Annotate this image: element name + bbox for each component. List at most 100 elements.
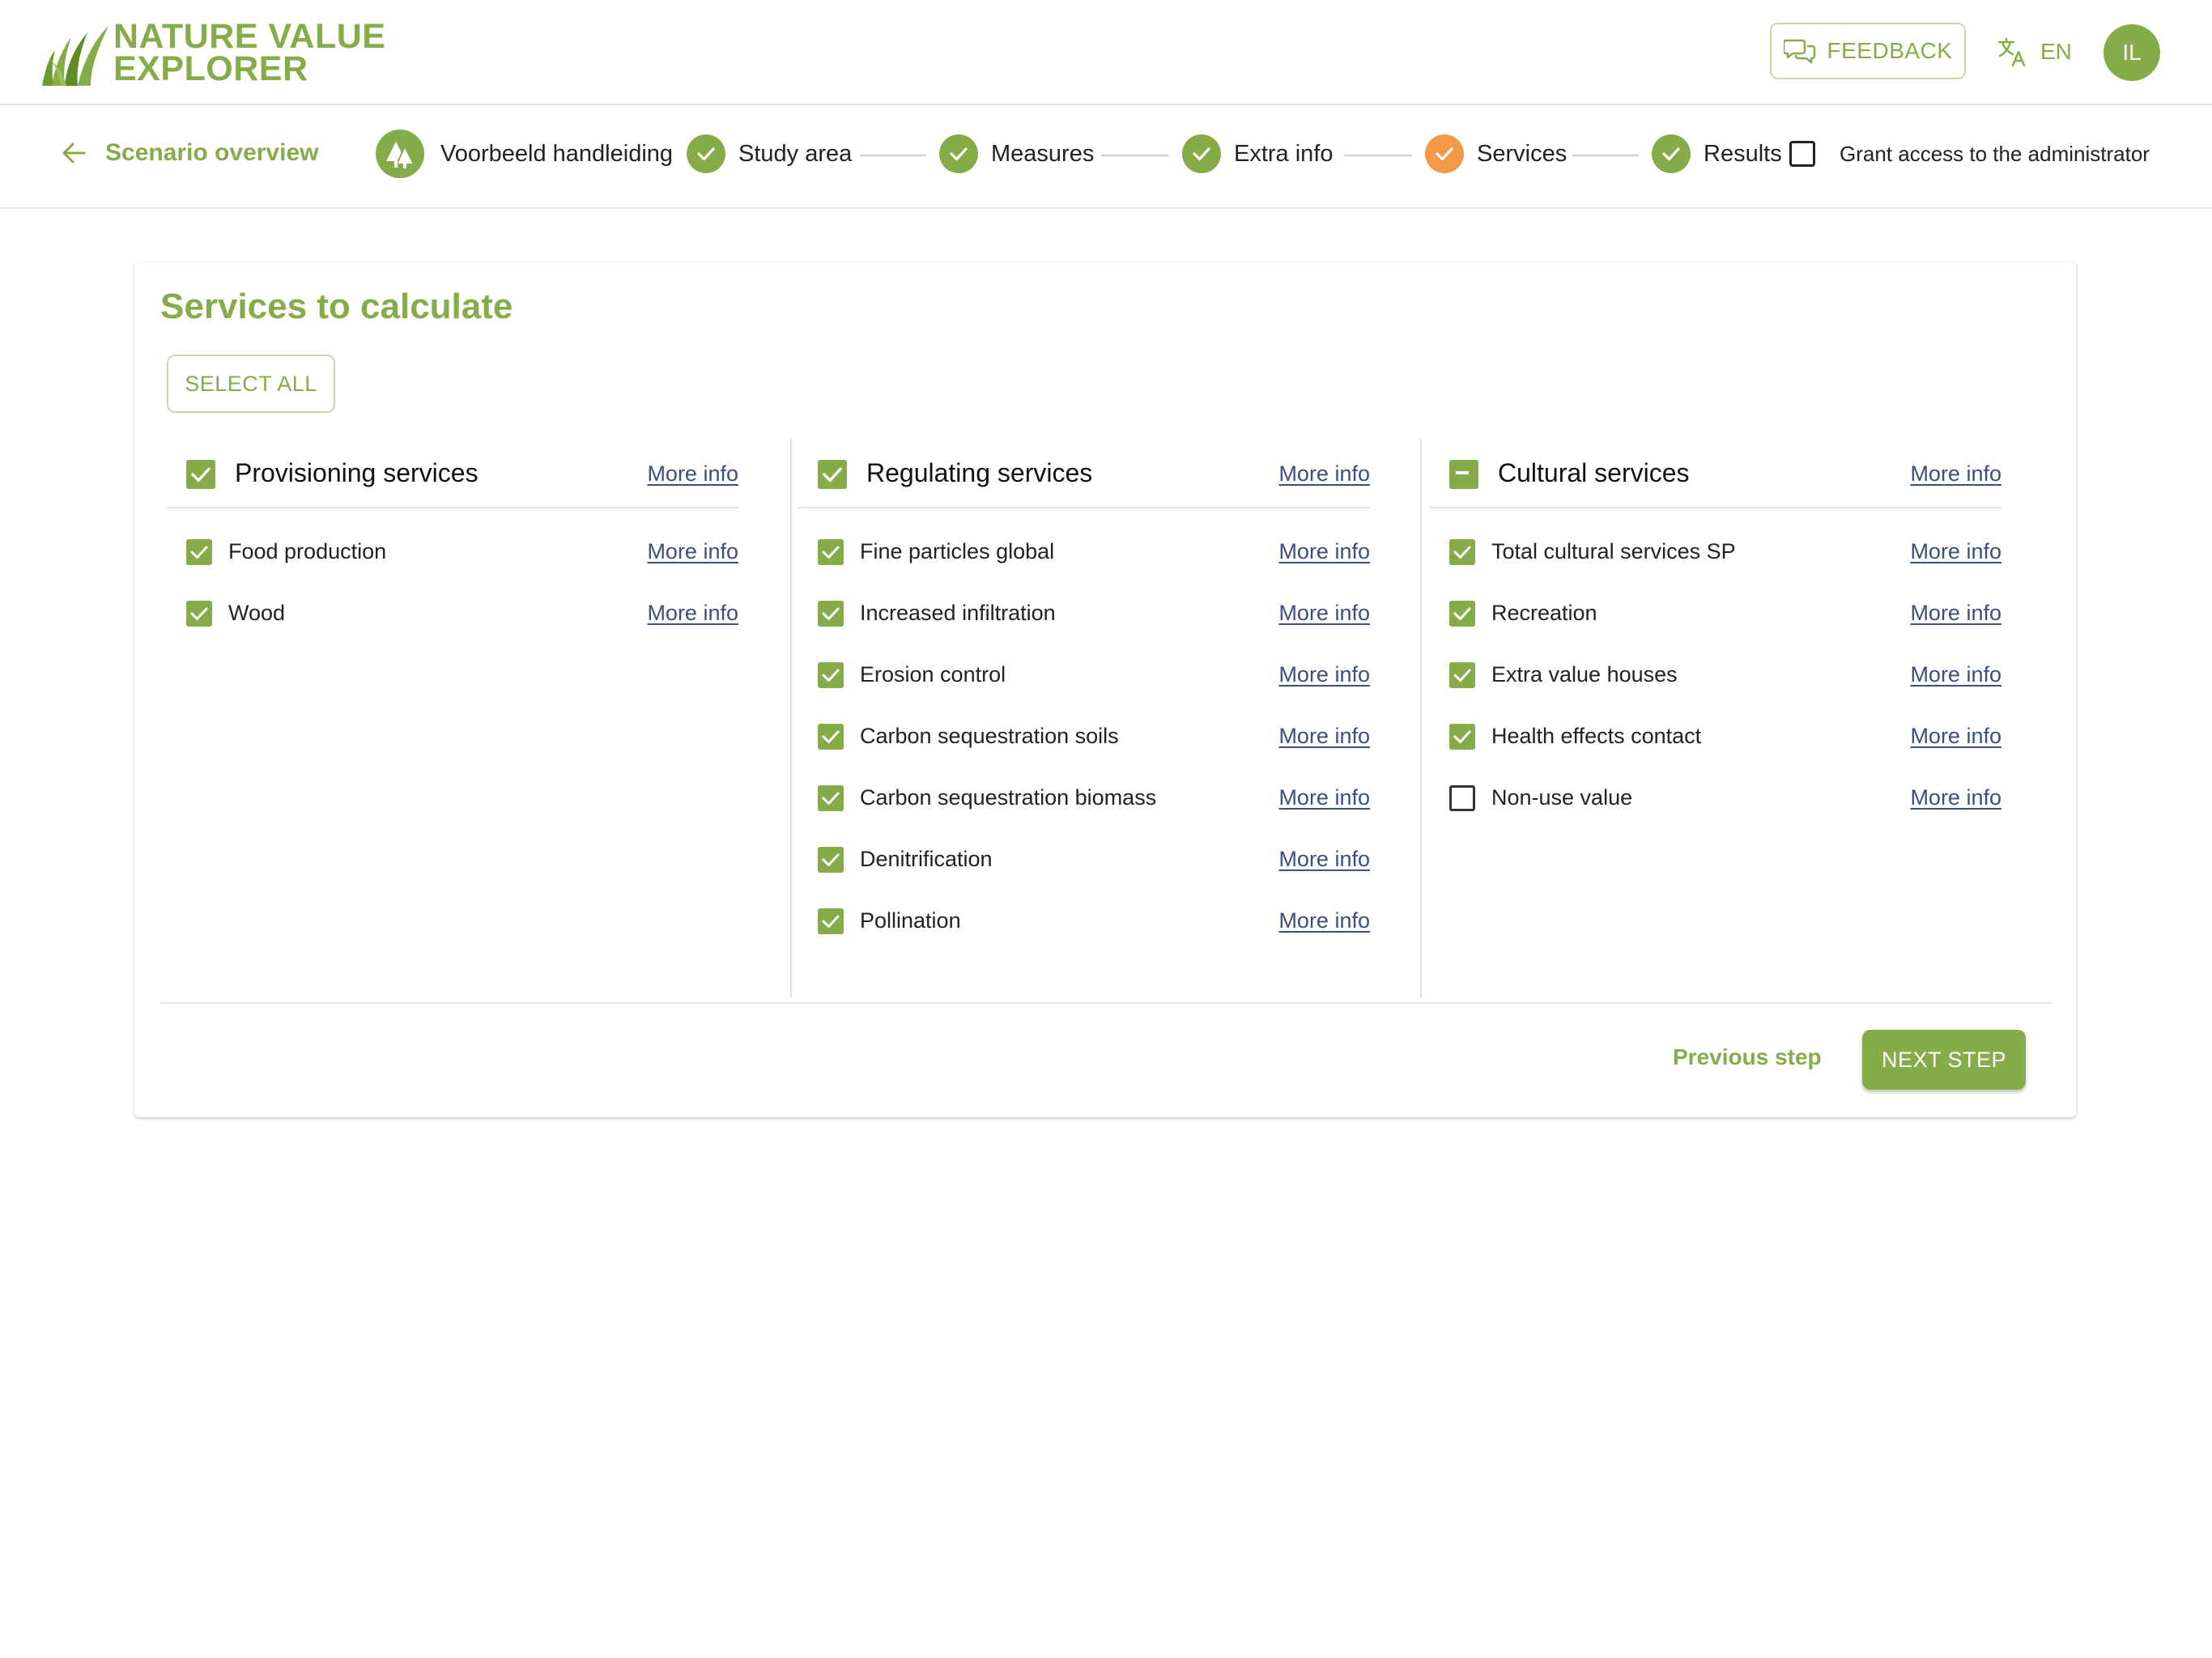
step-measures[interactable]: Measures <box>939 134 1094 173</box>
user-avatar[interactable]: IL <box>2104 24 2160 81</box>
service-checkbox[interactable] <box>1449 539 1475 565</box>
step-connector <box>1344 155 1412 156</box>
column-header: Regulating services More info <box>798 439 1370 508</box>
step-connector <box>860 155 926 156</box>
logo-line-1: NATURE VALUE <box>113 17 386 56</box>
step-study-area[interactable]: Study area <box>687 134 852 173</box>
service-label: Carbon sequestration biomass <box>860 785 1157 810</box>
step-services[interactable]: Services <box>1425 134 1567 173</box>
project-avatar <box>376 130 424 178</box>
service-row: Wood More info <box>167 591 738 640</box>
service-checkbox[interactable] <box>818 908 844 934</box>
next-step-button[interactable]: NEXT STEP <box>1862 1030 2026 1090</box>
step-label: Services <box>1477 140 1568 167</box>
more-info-link[interactable]: More info <box>1278 461 1370 487</box>
check-icon <box>950 147 968 161</box>
service-row: Total cultural services SP More info <box>1430 529 2001 578</box>
step-label: Extra info <box>1234 140 1334 167</box>
service-checkbox[interactable] <box>186 539 212 565</box>
service-checkbox[interactable] <box>818 539 844 565</box>
service-checkbox[interactable] <box>1449 662 1475 688</box>
service-checkbox[interactable] <box>186 601 212 627</box>
more-info-link[interactable]: More info <box>1910 601 2001 626</box>
more-info-link[interactable]: More info <box>647 461 738 487</box>
check-icon <box>191 467 211 482</box>
more-info-link[interactable]: More info <box>1910 461 2001 487</box>
check-icon <box>1453 669 1471 682</box>
group-checkbox[interactable] <box>186 460 215 489</box>
service-row: Food production More info <box>167 529 738 578</box>
more-info-link[interactable]: More info <box>1278 601 1370 626</box>
service-label: Wood <box>228 601 286 625</box>
select-all-button[interactable]: SELECT ALL <box>167 355 335 413</box>
service-checkbox[interactable] <box>1449 601 1475 627</box>
step-extra-info[interactable]: Extra info <box>1182 134 1334 173</box>
service-checkbox[interactable] <box>818 724 844 750</box>
group-checkbox-indeterminate[interactable] <box>1449 460 1478 489</box>
grass-logo-icon <box>42 26 108 86</box>
check-icon <box>1662 147 1680 161</box>
group-title: Regulating services <box>866 458 1093 487</box>
check-icon <box>822 607 840 620</box>
scenario-overview-link[interactable]: Scenario overview <box>60 139 318 167</box>
more-info-link[interactable]: More info <box>1278 785 1370 810</box>
check-icon <box>697 147 715 161</box>
service-label: Health effects contact <box>1491 724 1702 748</box>
group-title: Provisioning services <box>235 458 479 487</box>
more-info-link[interactable]: More info <box>1910 662 2001 687</box>
service-row: Health effects contact More info <box>1430 714 2001 763</box>
more-info-link[interactable]: More info <box>1278 908 1370 933</box>
project-step[interactable]: Voorbeeld handleiding <box>376 130 673 178</box>
logo[interactable]: NATURE VALUE EXPLORER <box>37 16 385 89</box>
check-icon <box>822 915 840 928</box>
group-checkbox[interactable] <box>818 460 847 489</box>
check-icon <box>190 607 208 620</box>
step-results[interactable]: Results <box>1652 134 1782 173</box>
group-title: Cultural services <box>1498 458 1690 487</box>
service-row: Increased infiltration More info <box>798 591 1370 640</box>
more-info-link[interactable]: More info <box>1910 785 2001 810</box>
more-info-link[interactable]: More info <box>647 601 738 626</box>
service-row: Pollination More info <box>798 899 1370 947</box>
more-info-link[interactable]: More info <box>1910 724 2001 749</box>
service-checkbox[interactable] <box>1449 724 1475 750</box>
grant-access-checkbox[interactable]: Grant access to the administrator <box>1789 141 2150 167</box>
previous-step-button[interactable]: Previous step <box>1673 1044 1822 1070</box>
check-icon <box>822 730 840 743</box>
arrow-left-icon <box>62 142 86 164</box>
service-row: Carbon sequestration biomass More info <box>798 776 1370 824</box>
service-checkbox[interactable] <box>818 785 844 811</box>
service-checkbox-unchecked[interactable] <box>1449 785 1475 811</box>
service-label: Carbon sequestration soils <box>860 724 1119 748</box>
provisioning-services-column: Provisioning services More info Food pro… <box>167 439 738 997</box>
more-info-link[interactable]: More info <box>1278 724 1370 749</box>
service-row: Carbon sequestration soils More info <box>798 714 1370 763</box>
step-done-indicator <box>687 134 725 173</box>
feedback-button[interactable]: FEEDBACK <box>1770 23 1966 79</box>
more-info-link[interactable]: More info <box>647 539 738 564</box>
service-checkbox[interactable] <box>818 847 844 873</box>
trees-icon <box>386 142 415 168</box>
translate-icon <box>1997 37 2026 67</box>
service-label: Recreation <box>1491 601 1597 625</box>
step-label: Measures <box>991 140 1095 167</box>
service-checkbox[interactable] <box>818 662 844 688</box>
service-label: Denitrification <box>860 847 993 871</box>
step-done-indicator <box>1182 134 1221 173</box>
check-icon <box>822 669 840 682</box>
check-icon <box>190 546 208 559</box>
scenario-overview-label: Scenario overview <box>105 139 319 166</box>
checkbox-unchecked[interactable] <box>1789 141 1815 167</box>
column-divider <box>790 439 792 997</box>
language-selector[interactable]: EN <box>1997 32 2072 71</box>
more-info-link[interactable]: More info <box>1910 539 2001 564</box>
more-info-link[interactable]: More info <box>1278 662 1370 687</box>
more-info-link[interactable]: More info <box>1278 539 1370 564</box>
column-header: Provisioning services More info <box>167 439 738 508</box>
logo-text: NATURE VALUE EXPLORER <box>113 17 386 87</box>
more-info-link[interactable]: More info <box>1278 847 1370 872</box>
service-row: Non-use value More info <box>1430 776 2001 824</box>
step-done-indicator <box>939 134 978 173</box>
check-icon <box>822 792 840 805</box>
service-checkbox[interactable] <box>818 601 844 627</box>
